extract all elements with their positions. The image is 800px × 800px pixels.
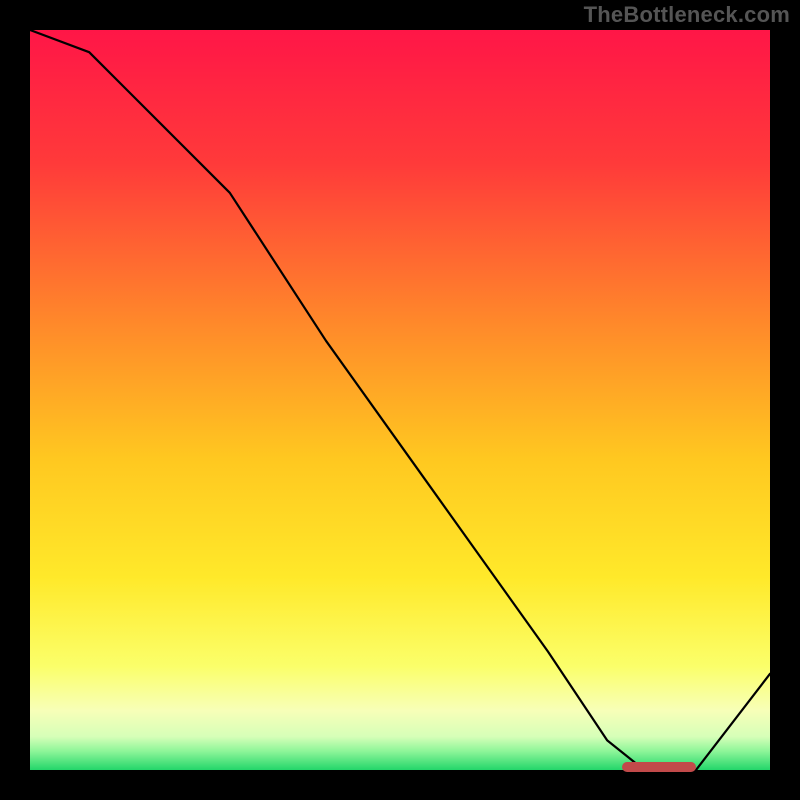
chart-frame: TheBottleneck.com xyxy=(0,0,800,800)
plot-area xyxy=(30,30,770,770)
watermark-text: TheBottleneck.com xyxy=(584,2,790,28)
curve-line xyxy=(30,30,770,770)
optimal-marker xyxy=(622,762,696,772)
